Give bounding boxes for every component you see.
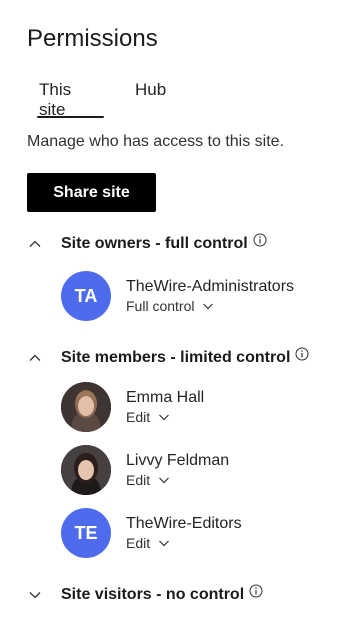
permission-dropdown[interactable]: Edit — [126, 408, 204, 426]
chevron-up-icon — [29, 354, 41, 361]
section-header-members[interactable]: Site members - limited control — [27, 347, 309, 369]
member-row-emma-hall: Emma Hall Edit — [61, 382, 204, 432]
chevron-down-icon — [29, 592, 41, 599]
chevron-down-icon — [159, 540, 170, 547]
section-label-members: Site members - limited control — [61, 349, 291, 366]
selected-tab-indicator — [37, 116, 104, 118]
page-title: Permissions — [27, 25, 158, 52]
info-icon[interactable] — [295, 347, 309, 361]
avatar — [61, 445, 111, 495]
profile-photo-icon — [61, 445, 111, 495]
avatar: TA — [61, 271, 111, 321]
avatar: TE — [61, 508, 111, 558]
permission-label: Edit — [126, 535, 151, 551]
permission-label: Edit — [126, 472, 151, 488]
share-site-button[interactable]: Share site — [27, 173, 156, 212]
member-name: Emma Hall — [126, 389, 205, 406]
section-label-visitors: Site visitors - no control — [61, 586, 245, 603]
member-name: TheWire-Administrators — [126, 278, 295, 295]
chevron-down-icon — [159, 414, 170, 421]
avatar — [61, 382, 111, 432]
chevron-down-icon — [159, 477, 170, 484]
info-icon[interactable] — [249, 584, 263, 598]
member-row-livvy-feldman: Livvy Feldman Edit — [61, 445, 229, 495]
info-icon[interactable] — [253, 233, 267, 247]
permission-dropdown[interactable]: Full control — [126, 297, 294, 315]
member-name: Livvy Feldman — [126, 452, 230, 469]
profile-photo-icon — [61, 382, 111, 432]
permission-dropdown[interactable]: Edit — [126, 534, 242, 552]
section-header-visitors[interactable]: Site visitors - no control — [27, 584, 263, 606]
tab-hub[interactable]: Hub — [135, 80, 166, 100]
permission-label: Full control — [126, 298, 195, 314]
member-name: TheWire-Editors — [126, 515, 242, 532]
section-label-owners: Site owners - full control — [61, 235, 248, 252]
panel-description: Manage who has access to this site. — [27, 133, 285, 150]
member-row-administrators: TA TheWire-Administrators Full control — [61, 271, 294, 321]
chevron-down-icon — [203, 303, 214, 310]
permission-dropdown[interactable]: Edit — [126, 471, 229, 489]
section-header-owners[interactable]: Site owners - full control — [27, 233, 267, 255]
permission-label: Edit — [126, 409, 151, 425]
chevron-up-icon — [29, 240, 41, 247]
member-row-editors: TE TheWire-Editors Edit — [61, 508, 242, 558]
tab-this-site[interactable]: This site — [39, 80, 71, 120]
